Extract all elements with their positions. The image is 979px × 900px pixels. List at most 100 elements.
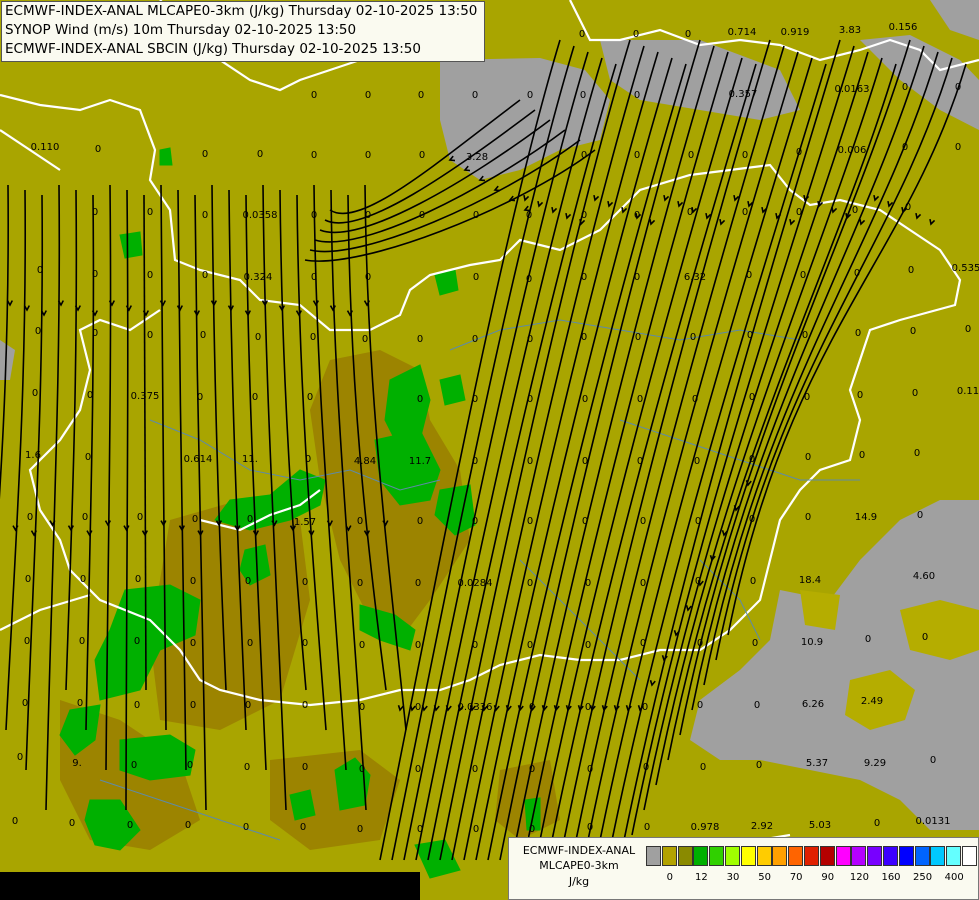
map-value-label: 0: [742, 207, 748, 218]
map-value-label: 0: [310, 332, 316, 343]
legend-tick-label: 50: [758, 872, 771, 883]
legend-swatch: [835, 846, 851, 866]
legend-tick-label: 120: [849, 872, 869, 883]
map-value-label: 0.0358: [243, 210, 278, 221]
map-value-label: 0: [415, 640, 421, 651]
map-value-label: 0.375: [131, 391, 160, 402]
legend-swatch: [930, 846, 946, 866]
map-value-label: 0: [914, 448, 920, 459]
map-value-label: 0: [365, 210, 371, 221]
map-value-label: 0: [32, 388, 38, 399]
map-value-label: 0: [527, 516, 533, 527]
map-value-label: 14.9: [855, 512, 877, 523]
map-value-label: 0.614: [184, 454, 213, 465]
map-value-label: 0: [415, 702, 421, 713]
map-value-label: 0: [185, 820, 191, 831]
map-value-label: 0: [582, 456, 588, 467]
map-value-label: 0: [27, 512, 33, 523]
map-value-label: 2.49: [861, 696, 883, 707]
map-value-label: 0: [147, 207, 153, 218]
map-value-label: 0: [687, 207, 693, 218]
title-mlcape: ECMWF-INDEX-ANAL MLCAPE0-3km (J/kg) Thur…: [5, 3, 478, 19]
map-value-label: 0: [640, 638, 646, 649]
map-value-label: 0: [527, 394, 533, 405]
map-value-label: 0: [908, 265, 914, 276]
map-value-label: 0: [24, 636, 30, 647]
map-value-label: 0: [35, 326, 41, 337]
map-value-label: 0: [302, 577, 308, 588]
map-value-label: 0: [357, 516, 363, 527]
map-value-label: 0: [302, 762, 308, 773]
map-value-label: 0: [902, 82, 908, 93]
map-value-label: 11.: [242, 454, 258, 465]
legend-swatch: [693, 846, 709, 866]
map-value-label: 0: [12, 816, 18, 827]
map-value-label: 0: [637, 456, 643, 467]
map-value-label: 0: [579, 29, 585, 40]
map-value-label: 0: [362, 334, 368, 345]
map-value-label: 0: [300, 822, 306, 833]
map-value-label: 0: [859, 450, 865, 461]
map-value-label: 0: [747, 330, 753, 341]
map-value-label: 0: [527, 90, 533, 101]
legend-swatch: [804, 846, 819, 866]
map-value-label: 0: [37, 265, 43, 276]
map-value-label: 0: [87, 390, 93, 401]
map-value-label: 0: [633, 29, 639, 40]
map-value-label: 0: [526, 274, 532, 285]
legend-swatch: [740, 846, 756, 866]
map-value-label: 0: [800, 270, 806, 281]
map-value-label: 0: [585, 578, 591, 589]
map-value-label: 0: [255, 332, 261, 343]
legend-swatch: [946, 846, 962, 866]
map-value-label: 0: [643, 762, 649, 773]
map-value-label: 0: [302, 700, 308, 711]
map-value-label: 0: [247, 638, 253, 649]
legend-tick-label: 0: [666, 872, 673, 883]
map-value-label: 0: [473, 210, 479, 221]
map-value-label: 0: [473, 824, 479, 835]
map-value-label: 0: [257, 149, 263, 160]
legend-swatch: [772, 846, 788, 866]
map-value-label: 1.57: [294, 517, 316, 528]
map-value-label: 0: [472, 516, 478, 527]
map-value-label: 0: [419, 150, 425, 161]
map-value-label: 0: [529, 702, 535, 713]
map-value-label: 0: [527, 640, 533, 651]
map-value-label: 4.60: [913, 571, 935, 582]
map-value-label: 0: [472, 640, 478, 651]
map-value-label: 0: [912, 388, 918, 399]
map-value-label: 0: [80, 574, 86, 585]
map-value-label: 9.: [72, 758, 82, 769]
map-value-label: 0: [95, 144, 101, 155]
map-value-label: 0: [472, 334, 478, 345]
map-value-label: 18.4: [799, 575, 821, 586]
map-value-label: 5.37: [806, 758, 828, 769]
legend-swatch: [883, 846, 898, 866]
map-value-label: 0: [365, 272, 371, 283]
map-value-label: 0: [527, 334, 533, 345]
map-value-label: 0: [852, 205, 858, 216]
map-value-label: 0: [955, 142, 961, 153]
map-value-label: 0: [472, 456, 478, 467]
map-value-label: 0: [302, 638, 308, 649]
map-value-label: 0: [697, 638, 703, 649]
map-value-label: 0: [305, 454, 311, 465]
map-value-label: 0: [917, 510, 923, 521]
map-value-label: 0.156: [889, 22, 918, 33]
map-value-label: 0: [585, 702, 591, 713]
map-value-label: 0: [311, 90, 317, 101]
map-value-label: 0: [202, 149, 208, 160]
map-value-label: 0: [415, 764, 421, 775]
map-value-label: 0: [955, 82, 961, 93]
legend-swatch: [851, 846, 867, 866]
map-value-label: 0: [92, 207, 98, 218]
map-value-label: 0.714: [728, 27, 757, 38]
map-value-label: 0: [587, 764, 593, 775]
map-value-label: 0: [357, 824, 363, 835]
map-value-label: 0: [247, 514, 253, 525]
map-value-label: 0: [190, 576, 196, 587]
map-value-label: 0: [694, 456, 700, 467]
map-value-label: 0: [742, 150, 748, 161]
weather-map[interactable]: 0 0 0 0 0 0.714 0.919 3.83 0.156 0 0 0 0 0 0 0 0.357 0.01…: [0, 0, 979, 900]
